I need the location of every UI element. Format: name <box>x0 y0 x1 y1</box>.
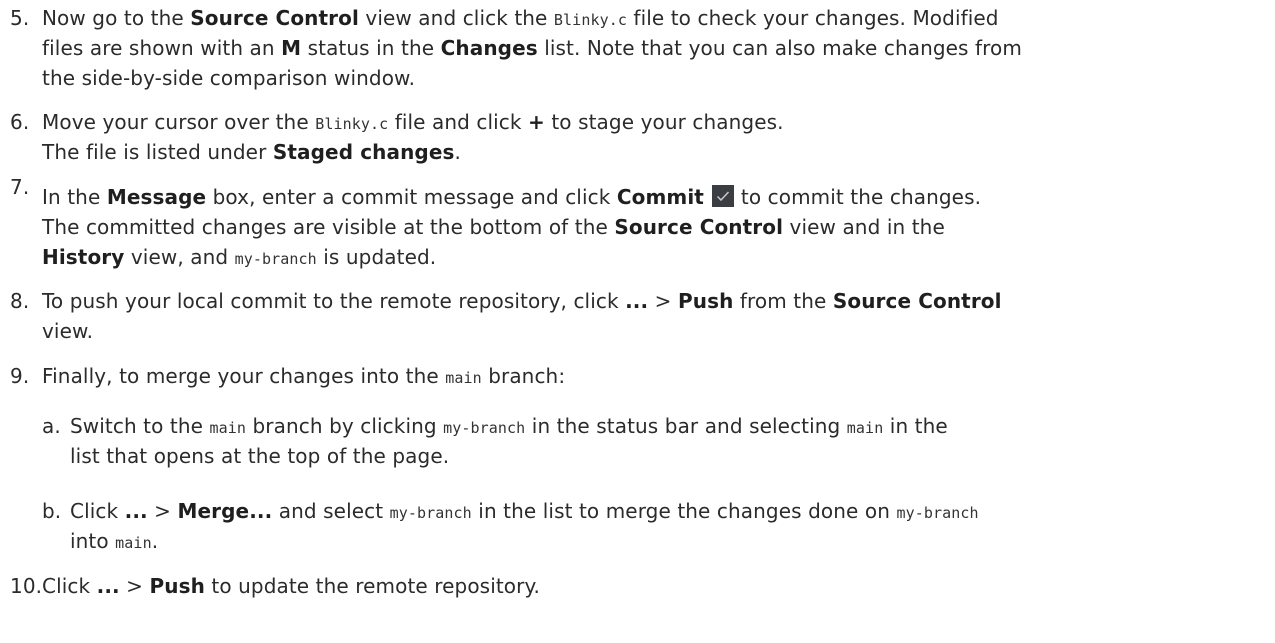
code-term: main <box>115 534 152 552</box>
text-run: list. Note that you can also make change… <box>537 36 1022 60</box>
step-line: The committed changes are visible at the… <box>42 213 945 241</box>
step-number: 7. <box>10 175 30 199</box>
bold-term: Source Control <box>832 289 1002 313</box>
text-run: file to check your changes. Modified <box>626 6 999 30</box>
step-line: the side-by-side comparison window. <box>42 64 415 92</box>
step-number: 10. <box>10 574 43 598</box>
text-run: view and click the <box>358 6 554 30</box>
text-run <box>704 185 710 209</box>
bold-term: Message <box>106 185 207 209</box>
text-run: view, and <box>124 245 235 269</box>
bold-term: Commit <box>616 185 704 209</box>
text-run: > <box>648 289 678 313</box>
text-run: Switch to the <box>70 414 210 438</box>
text-run: box, enter a commit message and click <box>206 185 617 209</box>
bold-term: Staged changes <box>272 140 455 164</box>
text-run: Move your cursor over the <box>42 110 316 134</box>
text-run: is updated. <box>316 245 437 269</box>
instruction-steps: 5. Now go to the Source Control view and… <box>0 0 1275 643</box>
text-run: Now go to the <box>42 6 191 30</box>
step-line: Move your cursor over the Blinky.c file … <box>42 108 784 138</box>
text-run: in the status bar and selecting <box>525 414 847 438</box>
text-run: > <box>147 499 178 523</box>
step-line: History view, and my-branch is updated. <box>42 243 436 273</box>
step-line: To push your local commit to the remote … <box>42 287 1002 315</box>
step-line: Now go to the Source Control view and cl… <box>42 4 999 34</box>
text-run: files are shown with an <box>42 36 282 60</box>
text-run: view and in the <box>783 215 945 239</box>
text-run: from the <box>733 289 833 313</box>
text-run: Click <box>70 499 125 523</box>
text-run: to update the remote repository. <box>204 574 541 598</box>
bold-term: Push <box>677 289 734 313</box>
text-run: To push your local commit to the remote … <box>42 289 626 313</box>
step-line: list that opens at the top of the page. <box>70 442 449 470</box>
text-run: In the <box>42 185 107 209</box>
text-run: to commit the changes. <box>734 185 982 209</box>
text-run: . <box>454 140 461 164</box>
commit-check-icon <box>712 185 735 207</box>
code-term: my-branch <box>443 419 526 437</box>
code-term: my-branch <box>896 504 979 522</box>
bold-term: Source Control <box>190 6 359 30</box>
code-term: main <box>846 419 884 437</box>
text-run: The file is listed under <box>42 140 273 164</box>
text-run: into <box>70 529 116 553</box>
text-run: branch by clicking <box>246 414 444 438</box>
step-line: files are shown with an M status in the … <box>42 34 1022 62</box>
text-run: view. <box>42 319 94 343</box>
text-run: list that opens at the top of the page. <box>70 444 450 468</box>
code-term: main <box>445 369 482 387</box>
bold-term: ... <box>124 499 148 523</box>
step-line: Switch to the main branch by clicking my… <box>70 412 948 442</box>
step-number: b. <box>42 499 62 523</box>
code-term: my-branch <box>234 250 317 268</box>
step-number: 5. <box>10 6 30 30</box>
bold-term: Push <box>149 574 205 598</box>
text-run: in the list to merge the changes done on <box>471 499 897 523</box>
text-run: file and click <box>388 110 529 134</box>
bold-term: Source Control <box>614 215 784 239</box>
code-term: Blinky.c <box>315 115 389 133</box>
step-line: into main. <box>70 527 158 557</box>
step-line: Click ... > Push to update the remote re… <box>42 572 540 600</box>
step-line: In the Message box, enter a commit messa… <box>42 183 981 211</box>
text-run: status in the <box>301 36 441 60</box>
bold-term: M <box>281 36 302 60</box>
step-line: Finally, to merge your changes into the … <box>42 362 565 392</box>
code-term: Blinky.c <box>553 11 627 29</box>
code-term: main <box>209 419 247 437</box>
text-run: > <box>119 574 150 598</box>
text-run: in the <box>883 414 948 438</box>
text-run: . <box>151 529 159 553</box>
bold-term: ... <box>625 289 649 313</box>
bold-term: History <box>42 245 125 269</box>
step-number: a. <box>42 414 61 438</box>
code-term: my-branch <box>389 504 472 522</box>
bold-term: Changes <box>440 36 538 60</box>
step-line: Click ... > Merge... and select my-branc… <box>70 497 979 527</box>
text-run: to stage your changes. <box>544 110 784 134</box>
step-number: 8. <box>10 289 30 313</box>
step-line: view. <box>42 317 93 345</box>
bold-term: + <box>528 110 545 134</box>
step-number: 9. <box>10 364 30 388</box>
text-run: branch: <box>481 364 566 388</box>
text-run: Finally, to merge your changes into the <box>42 364 446 388</box>
text-run: and select <box>272 499 390 523</box>
text-run: the side-by-side comparison window. <box>42 66 416 90</box>
text-run: The committed changes are visible at the… <box>42 215 615 239</box>
bold-term: Merge... <box>177 499 273 523</box>
step-line: The file is listed under Staged changes. <box>42 138 461 166</box>
text-run: Click <box>42 574 97 598</box>
step-number: 6. <box>10 110 30 134</box>
bold-term: ... <box>96 574 120 598</box>
